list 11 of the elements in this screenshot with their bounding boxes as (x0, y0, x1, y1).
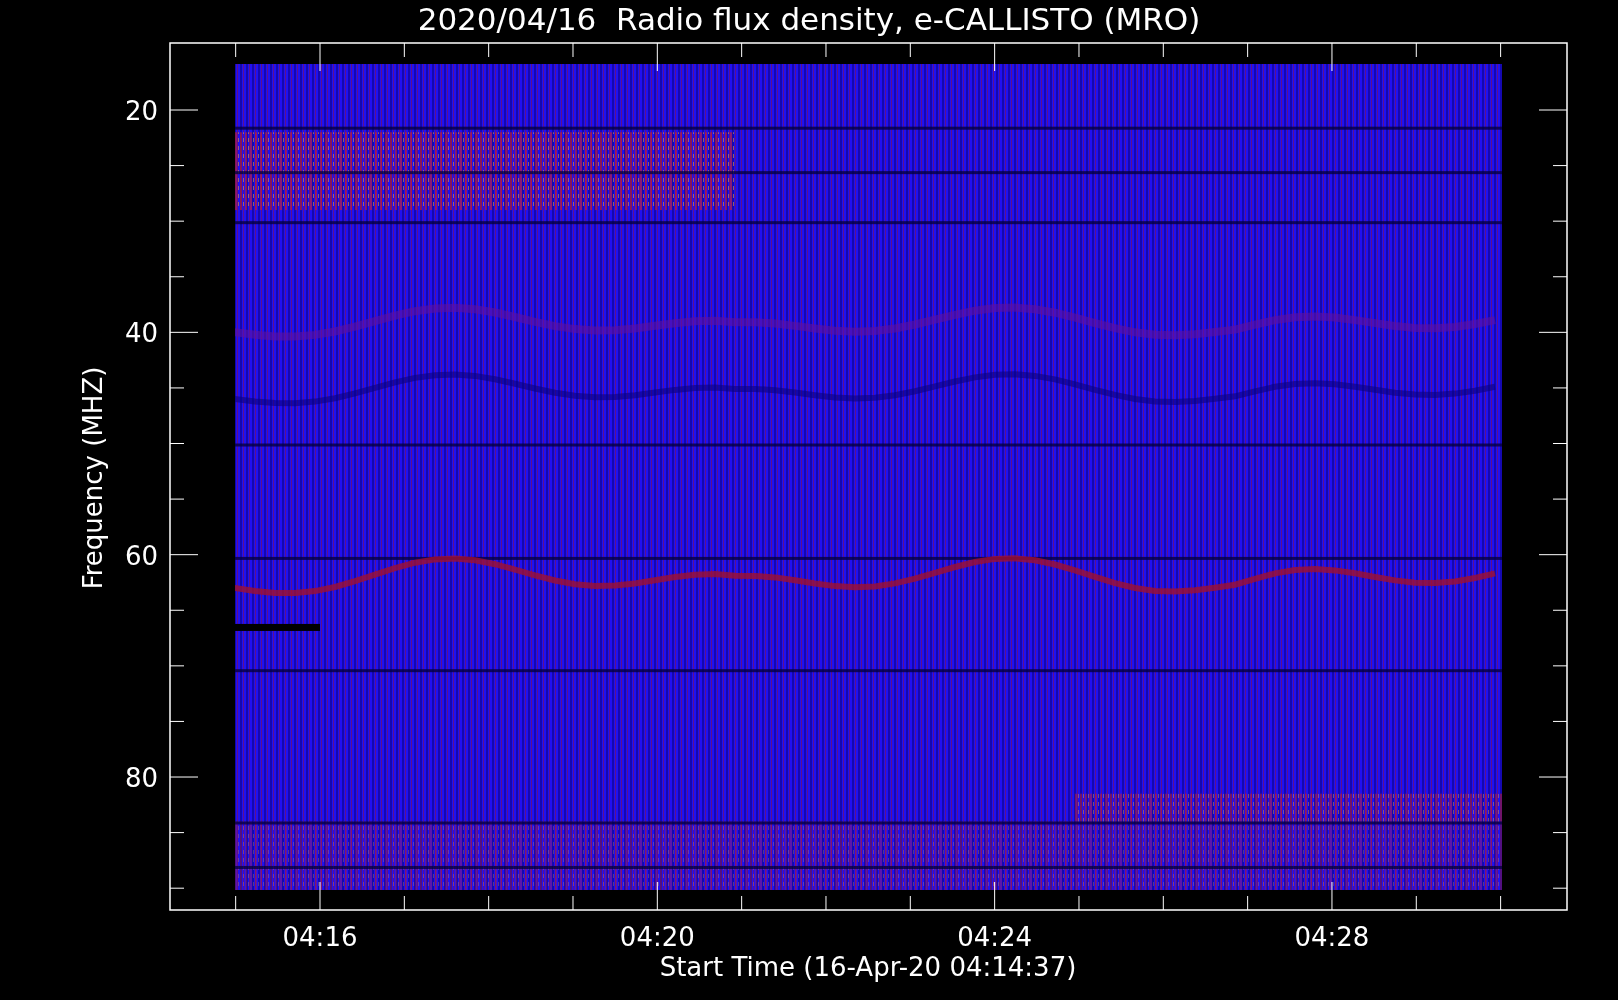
y-tick-label: 40 (124, 318, 158, 349)
x-tick-label: 04:24 (957, 922, 1033, 952)
y-tick-label: 60 (124, 540, 158, 571)
y-axis-label: Frequency (MHZ) (78, 366, 108, 590)
x-axis-label: Start Time (16-Apr-20 04:14:37) (659, 952, 1077, 982)
x-tick-label: 04:20 (619, 922, 695, 952)
chart-title: 2020/04/16 Radio flux density, e-CALLISTO (MRO) (417, 1, 1201, 37)
x-tick-label: 04:28 (1294, 922, 1370, 952)
y-tick-label: 20 (124, 96, 158, 126)
x-tick-label: 04:16 (282, 922, 358, 952)
y-tick-label: 80 (124, 763, 158, 793)
